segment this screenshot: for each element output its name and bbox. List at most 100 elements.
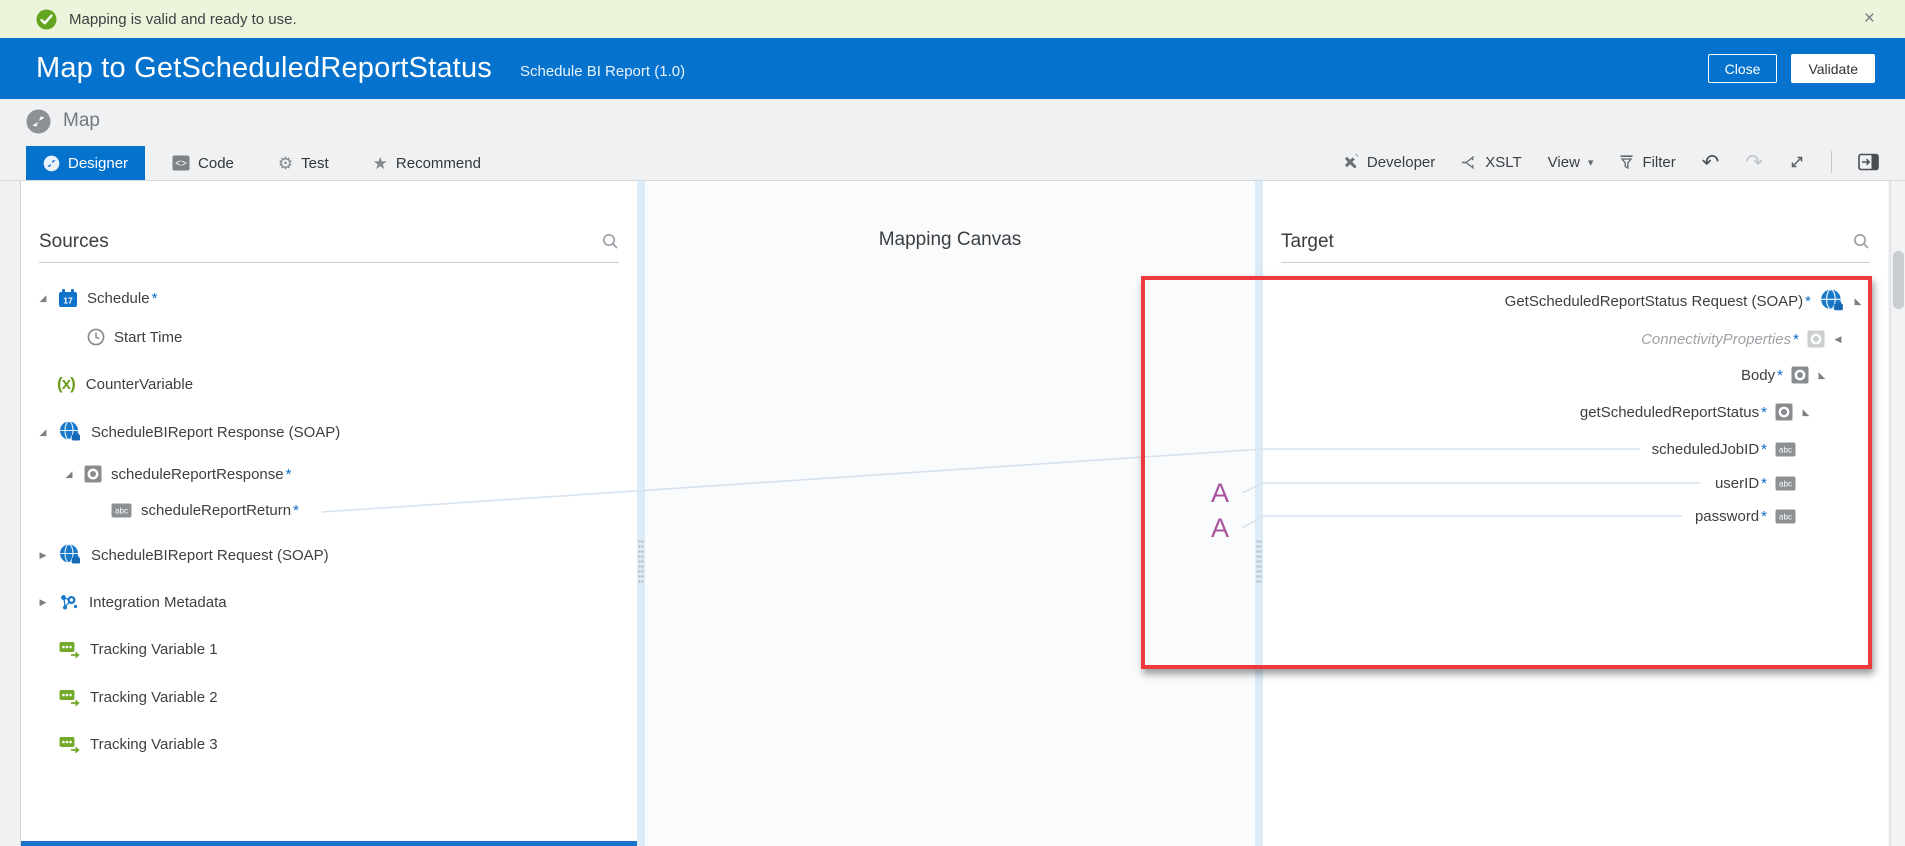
- svg-text:17: 17: [63, 296, 73, 306]
- tab-test[interactable]: ⚙ Test: [261, 146, 346, 180]
- tree-item-scheduled-job-id[interactable]: scheduledJobID* abc: [1263, 436, 1888, 462]
- expand-toggle-icon[interactable]: ◢: [37, 293, 49, 304]
- tab-bar: Designer <> Code ⚙ Test ★ Recommend Deve…: [0, 143, 1905, 180]
- string-field-icon: abc: [1775, 476, 1796, 491]
- resizer-grip-icon[interactable]: [638, 539, 644, 585]
- tracking-variable-icon: [59, 689, 81, 706]
- sources-panel: Sources ◢ 17 Schedule* Start Time: [20, 181, 637, 846]
- page-subtitle: Schedule BI Report (1.0): [520, 63, 685, 80]
- xslt-toggle[interactable]: XSLT: [1461, 154, 1521, 171]
- code-icon: <>: [172, 155, 190, 171]
- breadcrumb: Map: [0, 99, 1905, 143]
- object-node-icon: [1775, 403, 1793, 421]
- breadcrumb-label: Map: [63, 110, 100, 132]
- literal-mapping-indicator-userid[interactable]: A: [1211, 480, 1229, 507]
- developer-tools-icon: [1341, 153, 1359, 171]
- success-check-icon: [36, 9, 57, 30]
- banner-message: Mapping is valid and ready to use.: [69, 11, 297, 28]
- sources-search-icon[interactable]: [602, 233, 619, 250]
- panel-toggle-icon[interactable]: [1858, 153, 1879, 171]
- expand-toggle-icon[interactable]: ◀: [1832, 334, 1844, 345]
- svg-text:<>: <>: [175, 159, 187, 170]
- tracking-variable-icon: [59, 736, 81, 753]
- clock-icon: [87, 328, 105, 346]
- xslt-label: XSLT: [1485, 154, 1521, 171]
- redo-icon[interactable]: ↷: [1745, 152, 1763, 173]
- toolbar-separator: [1831, 151, 1832, 173]
- developer-label: Developer: [1367, 154, 1435, 171]
- tree-item-tracking-variable-1[interactable]: Tracking Variable 1: [59, 636, 218, 662]
- banner-close-icon[interactable]: ×: [1864, 9, 1875, 28]
- svg-text:abc: abc: [1779, 479, 1792, 488]
- target-search-icon[interactable]: [1853, 233, 1870, 250]
- expand-icon[interactable]: [1789, 154, 1805, 170]
- calendar-icon: 17: [58, 288, 78, 308]
- svg-text:abc: abc: [1779, 512, 1792, 521]
- undo-icon[interactable]: ↶: [1702, 152, 1720, 173]
- tree-item-sbr-request[interactable]: ▶ ScheduleBIReport Request (SOAP): [37, 542, 329, 568]
- expand-toggle-icon[interactable]: ◣: [1800, 407, 1812, 418]
- tree-item-schedule[interactable]: ◢ 17 Schedule*: [37, 285, 157, 311]
- close-button[interactable]: Close: [1708, 54, 1778, 83]
- panel-resizer-left[interactable]: [637, 181, 645, 846]
- svg-text:abc: abc: [1779, 445, 1792, 454]
- expand-toggle-icon[interactable]: ◣: [1852, 296, 1864, 307]
- tree-item-user-id[interactable]: userID* abc: [1263, 470, 1888, 496]
- page-title: Map to GetScheduledReportStatus: [36, 52, 492, 85]
- target-panel: Target GetScheduledReportStatus Request …: [1263, 181, 1888, 846]
- tab-code[interactable]: <> Code: [155, 146, 251, 180]
- variable-icon: (x): [57, 374, 75, 394]
- tab-designer-label: Designer: [68, 155, 128, 172]
- object-node-icon: [1791, 366, 1809, 384]
- target-header: Target: [1281, 221, 1870, 263]
- developer-toggle[interactable]: Developer: [1341, 153, 1435, 171]
- panel-resizer-right[interactable]: [1255, 181, 1263, 846]
- tree-item-integration-metadata[interactable]: ▶ Integration Metadata: [37, 589, 227, 615]
- tree-item-tracking-variable-2[interactable]: Tracking Variable 2: [59, 684, 218, 710]
- target-title: Target: [1281, 231, 1334, 253]
- mapping-canvas: Mapping Canvas: [645, 181, 1255, 846]
- tree-item-gsrs-request[interactable]: GetScheduledReportStatus Request (SOAP)*…: [1263, 288, 1888, 314]
- tree-item-tracking-variable-3[interactable]: Tracking Variable 3: [59, 731, 218, 757]
- object-node-icon: [84, 465, 102, 483]
- xslt-icon: [1461, 155, 1477, 170]
- app-header: Map to GetScheduledReportStatus Schedule…: [0, 38, 1905, 99]
- tree-item-get-scheduled-report-status[interactable]: getScheduledReportStatus* ◣: [1263, 399, 1888, 425]
- vertical-scrollbar[interactable]: [1890, 181, 1905, 846]
- scrollbar-thumb[interactable]: [1893, 251, 1904, 309]
- gear-icon: ⚙: [278, 155, 293, 172]
- string-field-icon: abc: [1775, 509, 1796, 524]
- view-menu[interactable]: View ▾: [1548, 154, 1594, 171]
- tree-item-sbr-response[interactable]: ◢ ScheduleBIReport Response (SOAP): [37, 419, 340, 445]
- filter-toggle[interactable]: Filter: [1619, 154, 1675, 171]
- expand-toggle-icon[interactable]: ◢: [37, 427, 49, 438]
- validate-button[interactable]: Validate: [1791, 54, 1875, 83]
- success-banner: Mapping is valid and ready to use. ×: [0, 0, 1905, 38]
- expand-toggle-icon[interactable]: ◢: [63, 469, 75, 480]
- string-field-icon: abc: [1775, 442, 1796, 457]
- tree-item-connectivity-properties[interactable]: ConnectivityProperties* ◀: [1263, 326, 1888, 352]
- designer-icon: [43, 155, 60, 172]
- literal-mapping-indicator-password[interactable]: A: [1211, 515, 1229, 542]
- star-icon: ★: [373, 155, 388, 172]
- tab-recommend[interactable]: ★ Recommend: [356, 146, 498, 180]
- expand-toggle-icon[interactable]: ▶: [37, 597, 49, 608]
- tree-item-body[interactable]: Body* ◣: [1263, 362, 1888, 388]
- tree-item-password[interactable]: password* abc: [1263, 503, 1888, 529]
- soap-endpoint-icon: [58, 543, 82, 567]
- metadata-icon: [58, 591, 80, 613]
- tree-item-start-time[interactable]: Start Time: [87, 324, 182, 350]
- svg-text:abc: abc: [115, 506, 128, 515]
- map-icon: [26, 109, 51, 134]
- tree-item-schedule-report-return[interactable]: abc scheduleReportReturn*: [111, 497, 299, 523]
- expand-toggle-icon[interactable]: ▶: [37, 550, 49, 561]
- resizer-grip-icon[interactable]: [1256, 539, 1262, 585]
- sources-title: Sources: [39, 231, 109, 253]
- expand-toggle-icon[interactable]: ◣: [1816, 370, 1828, 381]
- tree-item-counter-variable[interactable]: (x) CounterVariable: [57, 371, 193, 397]
- mapper-main: Sources ◢ 17 Schedule* Start Time: [0, 180, 1905, 846]
- object-node-light-icon: [1807, 330, 1825, 348]
- tree-item-schedule-report-response[interactable]: ◢ scheduleReportResponse*: [63, 461, 291, 487]
- sources-scrollbar[interactable]: [21, 841, 637, 846]
- tab-designer[interactable]: Designer: [26, 146, 145, 180]
